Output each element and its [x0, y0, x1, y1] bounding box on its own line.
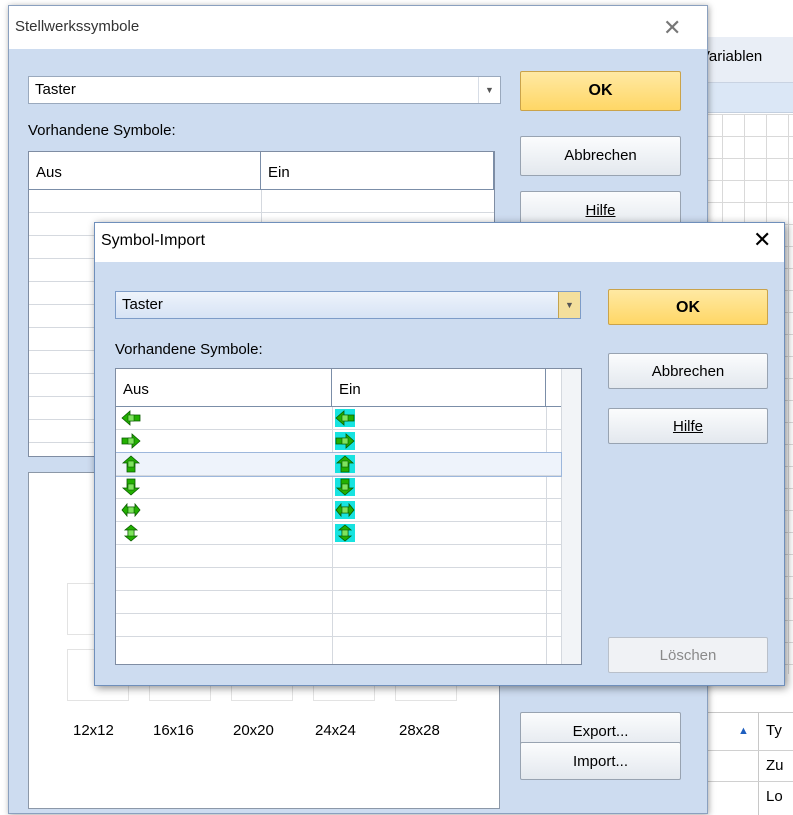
arrow-up-down-icon: [335, 524, 355, 542]
symbol-row[interactable]: [116, 522, 561, 545]
background-header: [700, 83, 793, 113]
dialog-title: Symbol-Import: [101, 232, 206, 249]
arrow-left-right-icon: [121, 501, 141, 519]
available-symbols-label: Vorhandene Symbole:: [28, 122, 176, 139]
symbol-type-value: Taster: [122, 296, 163, 313]
size-label: 12x12: [73, 722, 114, 739]
size-label: 28x28: [399, 722, 440, 739]
import-button[interactable]: Import...: [520, 742, 681, 780]
symbol-list[interactable]: Aus Ein: [115, 368, 582, 665]
list-item[interactable]: [116, 591, 561, 614]
table-cell: Lo: [766, 788, 783, 805]
symbol-row[interactable]: [116, 476, 561, 499]
arrow-up-icon: [121, 455, 141, 473]
list-item[interactable]: [116, 545, 561, 568]
arrow-down-icon: [121, 478, 141, 496]
list-item[interactable]: [116, 568, 561, 591]
symbol-import-dialog: Symbol-Import ✕ Taster ▼ Vorhandene Symb…: [94, 222, 785, 686]
chevron-down-icon[interactable]: ▼: [558, 292, 580, 318]
arrow-up-down-icon: [121, 524, 141, 542]
dialog-title: Stellwerkssymbole: [15, 18, 140, 35]
list-header: Aus Ein: [29, 152, 494, 190]
dialog-titlebar[interactable]: Symbol-Import ✕: [95, 223, 784, 262]
ok-button[interactable]: OK: [608, 289, 768, 325]
arrow-up-icon: [335, 455, 355, 473]
table-row[interactable]: Zu: [700, 750, 793, 782]
scrollbar[interactable]: [561, 369, 581, 664]
symbol-type-select[interactable]: Taster ▼: [28, 76, 501, 104]
arrow-left-right-icon: [335, 501, 355, 519]
background-table-header: ▲ Ty: [700, 712, 793, 751]
list-item[interactable]: [29, 190, 494, 213]
help-button[interactable]: Hilfe: [608, 408, 768, 444]
column-divider: [758, 713, 759, 751]
tab-variablen-label: Variablen: [700, 48, 763, 65]
available-symbols-label: Vorhandene Symbole:: [115, 341, 263, 358]
symbol-row[interactable]: [116, 499, 561, 522]
symbol-type-value: Taster: [35, 81, 76, 98]
symbol-row[interactable]: [116, 430, 561, 453]
column-divider: [758, 782, 759, 815]
arrow-left-icon: [335, 409, 355, 427]
dialog-titlebar[interactable]: Stellwerkssymbole ✕: [9, 6, 707, 49]
cancel-button[interactable]: Abbrechen: [520, 136, 681, 176]
arrow-right-icon: [335, 432, 355, 450]
column-header-aus[interactable]: Aus: [116, 369, 332, 407]
arrow-left-icon: [121, 409, 141, 427]
table-cell: Zu: [766, 757, 784, 774]
list-header: Aus Ein: [116, 369, 581, 407]
symbol-row[interactable]: [116, 452, 562, 477]
cancel-button[interactable]: Abbrechen: [608, 353, 768, 389]
chevron-down-icon[interactable]: ▼: [478, 77, 500, 103]
size-label: 24x24: [315, 722, 356, 739]
sort-ascending-icon[interactable]: ▲: [738, 725, 749, 737]
arrow-down-icon: [335, 478, 355, 496]
column-divider: [758, 751, 759, 782]
ok-button[interactable]: OK: [520, 71, 681, 111]
list-item[interactable]: [116, 614, 561, 637]
column-header-type[interactable]: Ty: [766, 722, 782, 739]
close-icon[interactable]: ✕: [753, 227, 771, 253]
table-row[interactable]: Lo: [700, 781, 793, 815]
tab-variablen[interactable]: Variablen: [700, 44, 793, 76]
column-header-ein[interactable]: Ein: [261, 152, 494, 190]
size-label: 16x16: [153, 722, 194, 739]
symbol-row[interactable]: [116, 407, 561, 430]
size-label: 20x20: [233, 722, 274, 739]
column-header-aus[interactable]: Aus: [29, 152, 261, 190]
column-header-ein[interactable]: Ein: [332, 369, 546, 407]
close-icon[interactable]: ✕: [663, 15, 681, 41]
symbol-type-select[interactable]: Taster ▼: [115, 291, 581, 319]
delete-button[interactable]: Löschen: [608, 637, 768, 673]
arrow-right-icon: [121, 432, 141, 450]
